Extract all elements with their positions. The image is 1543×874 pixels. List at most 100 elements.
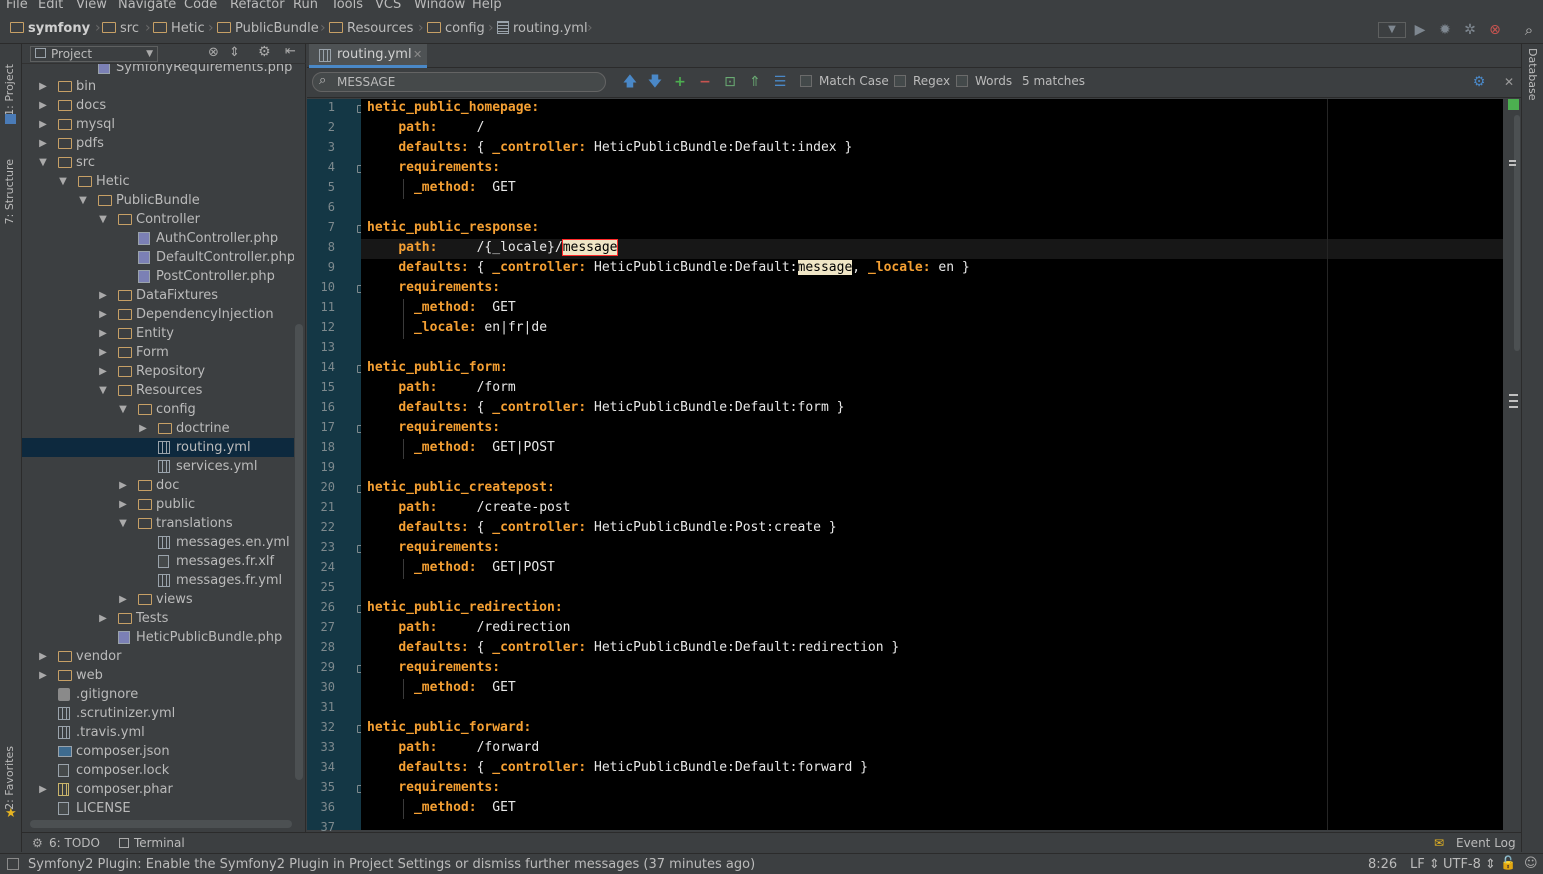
gear-icon[interactable]: ⚙ (258, 44, 271, 60)
tree-item-translations[interactable]: ▼ translations (22, 514, 294, 533)
tree-item-symfonyrequirements-php[interactable]: SymfonyRequirements.php (22, 64, 294, 77)
filter-icon[interactable]: ☰ (772, 74, 788, 90)
tree-item-gitignore[interactable]: .gitignore (22, 685, 294, 704)
tree-item-form[interactable]: ▶ Form (22, 343, 294, 362)
coverage-icon[interactable]: ✲ (1461, 21, 1479, 39)
tree-item-public[interactable]: ▶ public (22, 495, 294, 514)
lock-icon[interactable]: 🔓 (1500, 856, 1516, 871)
expand-arrow-icon[interactable]: ▼ (58, 172, 68, 191)
code-editor[interactable]: hetic_public_homepage: path: / defaults:… (361, 99, 1503, 830)
breadcrumb-symfony[interactable]: symfony (10, 21, 90, 36)
tree-item-composer-phar[interactable]: ▶ composer.phar (22, 780, 294, 799)
collapse-arrow-icon[interactable]: ▶ (38, 134, 48, 153)
export-icon[interactable]: ⇑ (747, 74, 763, 90)
collapse-arrow-icon[interactable]: ▶ (118, 495, 128, 514)
tree-item-config[interactable]: ▼ config (22, 400, 294, 419)
tree-item-messages-en-yml[interactable]: messages.en.yml (22, 533, 294, 552)
tree-item-views[interactable]: ▶ views (22, 590, 294, 609)
tree-item-controller[interactable]: ▼ Controller (22, 210, 294, 229)
toggle-tool-windows-icon[interactable] (7, 858, 19, 870)
breadcrumb-routing-yml[interactable]: routing.yml (497, 21, 588, 36)
tab-routing-yml[interactable]: routing.yml ✕ (309, 44, 427, 68)
menu-navigate[interactable]: Navigate (118, 0, 176, 12)
tool-tab-favorites[interactable]: 2: Favorites (3, 746, 16, 810)
tree-item-heticpublicbundle-php[interactable]: HeticPublicBundle.php (22, 628, 294, 647)
tree-item-pdfs[interactable]: ▶ pdfs (22, 134, 294, 153)
run-config-dropdown[interactable]: ▼ (1378, 22, 1406, 38)
gear-icon[interactable]: ⚙ (1471, 74, 1487, 90)
tool-tab-project[interactable]: 1: Project (3, 64, 16, 116)
tree-item-messages-fr-xlf[interactable]: messages.fr.xlf (22, 552, 294, 571)
collapse-arrow-icon[interactable]: ▶ (98, 362, 108, 381)
search-input[interactable]: ⌕ MESSAGE (312, 72, 606, 92)
menu-edit[interactable]: Edit (38, 0, 63, 12)
menu-view[interactable]: View (76, 0, 107, 12)
remove-occurrence-icon[interactable]: − (697, 74, 713, 90)
tree-item-defaultcontroller-php[interactable]: DefaultController.php (22, 248, 294, 267)
tree-item-src[interactable]: ▼ src (22, 153, 294, 172)
match-case-checkbox[interactable] (800, 75, 812, 87)
project-tree-scrollbar[interactable] (295, 324, 303, 780)
tree-item-bin[interactable]: ▶ bin (22, 77, 294, 96)
expand-arrow-icon[interactable]: ▼ (38, 153, 48, 172)
menu-vcs[interactable]: VCS (375, 0, 401, 12)
menu-code[interactable]: Code (184, 0, 217, 12)
collapse-arrow-icon[interactable]: ▶ (98, 324, 108, 343)
tree-item-authcontroller-php[interactable]: AuthController.php (22, 229, 294, 248)
collapse-arrow-icon[interactable]: ▶ (38, 666, 48, 685)
tree-item-composer-json[interactable]: composer.json (22, 742, 294, 761)
menu-help[interactable]: Help (472, 0, 502, 12)
tree-item-mysql[interactable]: ▶ mysql (22, 115, 294, 134)
line-separator[interactable]: LF ⇕ (1410, 857, 1440, 872)
collapse-arrow-icon[interactable]: ▶ (38, 115, 48, 134)
breadcrumb-src[interactable]: src (102, 21, 139, 36)
scroll-from-source-icon[interactable]: ⊗ (208, 45, 219, 60)
collapse-arrow-icon[interactable]: ▶ (138, 419, 148, 438)
collapse-arrow-icon[interactable]: ▶ (38, 77, 48, 96)
run-icon[interactable]: ▶ (1411, 21, 1429, 39)
add-occurrence-icon[interactable]: + (672, 74, 688, 90)
collapse-arrow-icon[interactable]: ▶ (118, 476, 128, 495)
tree-item-docs[interactable]: ▶ docs (22, 96, 294, 115)
tool-tab-database[interactable]: Database (1526, 48, 1539, 101)
expand-arrow-icon[interactable]: ▼ (98, 381, 108, 400)
tree-item-dependencyinjection[interactable]: ▶ DependencyInjection (22, 305, 294, 324)
stop-icon[interactable]: ⊗ (1486, 21, 1504, 39)
arrow-up-icon[interactable]: 🡅 (622, 74, 638, 90)
regex-checkbox[interactable] (894, 75, 906, 87)
hide-panel-icon[interactable]: ⇤ (285, 44, 296, 59)
menu-refactor[interactable]: Refactor (230, 0, 285, 12)
breadcrumb-publicbundle[interactable]: PublicBundle (217, 21, 319, 36)
search-everywhere-icon[interactable]: ⌕ (1520, 21, 1538, 39)
editor-scroll-thumb[interactable] (1514, 115, 1520, 351)
collapse-arrow-icon[interactable]: ▶ (98, 609, 108, 628)
expand-arrow-icon[interactable]: ▼ (118, 400, 128, 419)
status-message[interactable]: Symfony2 Plugin: Enable the Symfony2 Plu… (28, 857, 755, 872)
collapse-arrow-icon[interactable]: ▶ (98, 286, 108, 305)
tree-item-repository[interactable]: ▶ Repository (22, 362, 294, 381)
tool-tab-terminal[interactable]: Terminal (134, 836, 185, 850)
tree-item-routing-yml[interactable]: routing.yml (22, 438, 294, 457)
cursor-position[interactable]: 8:26 (1368, 857, 1397, 872)
expand-arrow-icon[interactable]: ▼ (98, 210, 108, 229)
tool-tab-structure[interactable]: 7: Structure (3, 159, 16, 224)
menu-window[interactable]: Window (414, 0, 465, 12)
tree-item-datafixtures[interactable]: ▶ DataFixtures (22, 286, 294, 305)
tree-item-messages-fr-yml[interactable]: messages.fr.yml (22, 571, 294, 590)
file-encoding[interactable]: UTF-8 ⇕ (1443, 857, 1496, 872)
close-icon[interactable]: ✕ (1501, 74, 1517, 90)
select-all-occurrences-icon[interactable]: ⊡ (722, 74, 738, 90)
collapse-arrow-icon[interactable]: ▶ (38, 780, 48, 799)
tree-item-doc[interactable]: ▶ doc (22, 476, 294, 495)
expand-arrow-icon[interactable]: ▼ (78, 191, 88, 210)
breadcrumb-hetic[interactable]: Hetic (153, 21, 205, 36)
tool-tab-event-log[interactable]: Event Log (1456, 836, 1516, 850)
tree-item-web[interactable]: ▶ web (22, 666, 294, 685)
arrow-down-icon[interactable]: 🡇 (647, 74, 663, 90)
tree-item-entity[interactable]: ▶ Entity (22, 324, 294, 343)
collapse-arrow-icon[interactable]: ▶ (98, 343, 108, 362)
project-tree-horizontal-scrollbar[interactable] (30, 820, 292, 828)
collapse-arrow-icon[interactable]: ▶ (98, 305, 108, 324)
breadcrumb-resources[interactable]: Resources (329, 21, 413, 36)
tree-item-resources[interactable]: ▼ Resources (22, 381, 294, 400)
